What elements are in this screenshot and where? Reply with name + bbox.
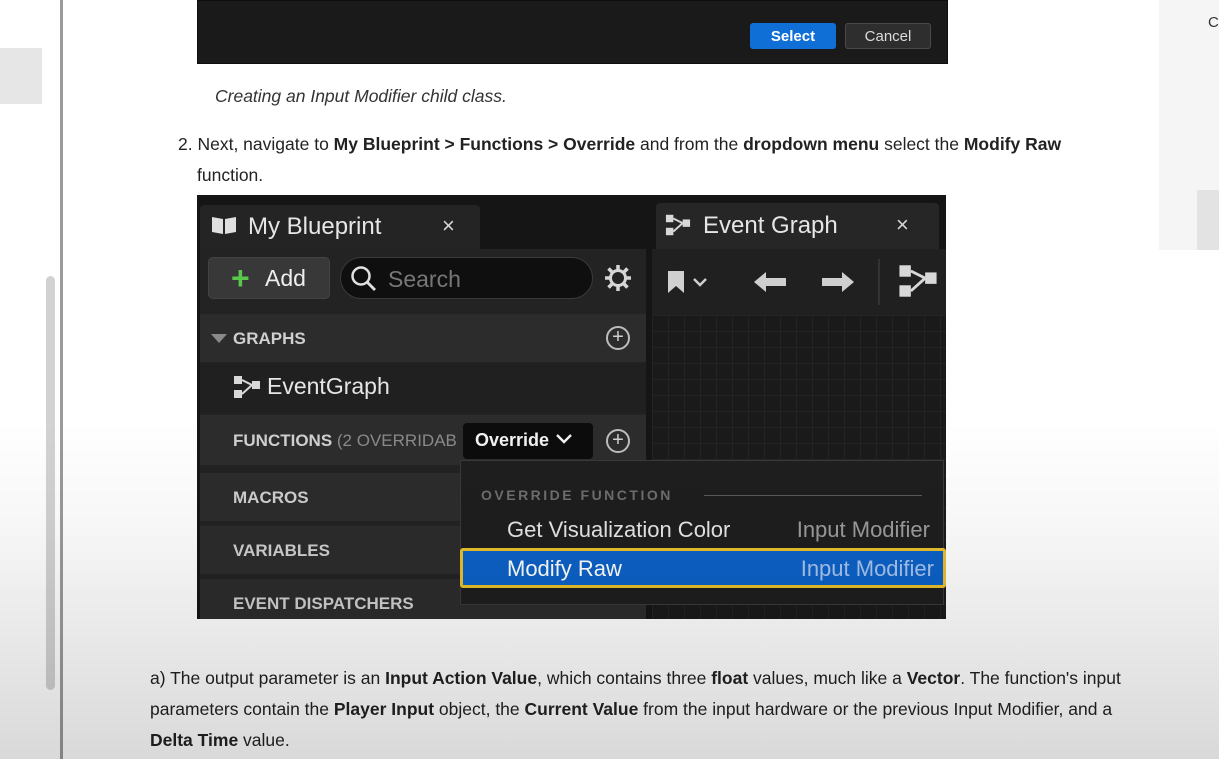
menu-item-name: Modify Raw [507, 556, 622, 581]
step-text: function. [197, 165, 264, 185]
step-text: and from the [635, 134, 744, 154]
right-panel-text: C [1208, 14, 1219, 31]
menu-section-label: OVERRIDE FUNCTION [481, 487, 673, 503]
my-blueprint-tab-label: My Blueprint [248, 213, 382, 240]
add-button[interactable]: + Add [208, 257, 330, 299]
menu-item-name: Get Visualization Color [507, 517, 731, 542]
para-bold: float [711, 668, 749, 688]
para-bold: Vector [906, 668, 961, 688]
functions-label: FUNCTIONS (2 OVERRIDAB [233, 431, 457, 451]
macros-label: MACROS [233, 488, 309, 507]
step-2-text: 2. Next, navigate to My Blueprint > Func… [178, 129, 1108, 191]
override-dropdown[interactable]: Override [463, 423, 593, 459]
triangle-down-icon [211, 334, 227, 343]
menu-item-get-visualization-color[interactable]: Get Visualization Color Input Modifier [462, 512, 942, 548]
right-panel-tab[interactable] [1197, 190, 1219, 250]
left-divider [60, 0, 63, 759]
my-blueprint-tab[interactable]: My Blueprint × [200, 205, 480, 249]
para-bold: Current Value [524, 699, 639, 719]
step-text: select the [879, 134, 964, 154]
add-graph-icon[interactable]: + [606, 326, 630, 350]
menu-item-category: Input Modifier [796, 517, 930, 542]
plus-icon: + [231, 260, 250, 296]
graph-node-icon [665, 214, 691, 236]
step-number: 2. [178, 134, 193, 154]
para-text: from the input hardware or the previous … [638, 699, 1113, 719]
close-icon[interactable]: × [442, 213, 455, 239]
close-icon[interactable]: × [896, 212, 909, 238]
step-text: Next, navigate to [192, 134, 334, 154]
toolbar-divider [878, 259, 880, 305]
editor-screenshot: My Blueprint × + Add Search GRAPHS + Eve… [197, 195, 946, 619]
functions-note: (2 OVERRIDAB [332, 431, 457, 450]
left-sidebar-tab[interactable] [0, 48, 42, 104]
image-caption: Creating an Input Modifier child class. [215, 86, 507, 106]
chevron-down-icon [556, 434, 572, 444]
search-input[interactable]: Search [340, 257, 593, 299]
graphs-label: GRAPHS [233, 329, 306, 348]
eventgraph-label: EventGraph [267, 373, 390, 399]
step-bold: dropdown menu [743, 134, 880, 154]
cancel-button[interactable]: Cancel [845, 23, 931, 49]
gear-icon[interactable] [604, 264, 632, 292]
para-text: values, much like a [748, 668, 907, 688]
forward-arrow-icon[interactable] [820, 270, 856, 294]
para-bold: Input Action Value [385, 668, 538, 688]
description-paragraph: a) The output parameter is an Input Acti… [150, 663, 1130, 756]
menu-divider [704, 495, 922, 496]
bookmark-icon[interactable] [666, 269, 710, 295]
add-button-label: Add [265, 265, 306, 291]
menu-item-category: Input Modifier [800, 556, 934, 581]
override-function-menu: OVERRIDE FUNCTION Get Visualization Colo… [460, 460, 946, 605]
para-bold: Delta Time [150, 730, 239, 750]
select-button[interactable]: Select [750, 23, 836, 49]
para-text: a) The output parameter is an [150, 668, 386, 688]
book-icon [212, 217, 236, 234]
menu-item-modify-raw[interactable]: Modify Raw Input Modifier [460, 548, 946, 588]
override-label: Override [475, 430, 550, 450]
graph-node-icon [234, 376, 260, 398]
para-text: value. [238, 730, 290, 750]
para-text: , which contains three [537, 668, 712, 688]
graph-node-icon[interactable] [898, 263, 938, 299]
graphs-section[interactable]: GRAPHS + [200, 314, 646, 362]
variables-label: VARIABLES [233, 541, 330, 560]
add-function-icon[interactable]: + [606, 429, 630, 453]
para-text: object, the [434, 699, 525, 719]
step-bold: Modify Raw [963, 134, 1062, 154]
event-graph-tab-label: Event Graph [703, 212, 838, 239]
left-scrollbar[interactable] [46, 276, 55, 690]
event-graph-tab[interactable]: Event Graph × [656, 203, 939, 249]
back-arrow-icon[interactable] [752, 270, 788, 294]
para-bold: Player Input [333, 699, 435, 719]
search-placeholder: Search [388, 266, 461, 292]
graph-toolbar [652, 249, 946, 315]
dialog-screenshot: Select Cancel [197, 0, 948, 64]
functions-title: FUNCTIONS [233, 431, 333, 450]
event-dispatchers-label: EVENT DISPATCHERS [233, 594, 414, 613]
eventgraph-item[interactable]: EventGraph [200, 363, 646, 413]
step-bold: My Blueprint > Functions > Override [333, 134, 636, 154]
search-icon [351, 266, 376, 291]
